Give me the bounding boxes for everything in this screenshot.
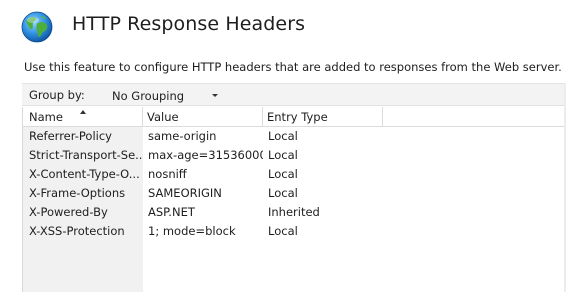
header-value-cell: same-origin: [143, 127, 263, 146]
table-row[interactable]: Strict-Transport-Se... max-age=31536000 …: [23, 146, 566, 165]
feature-description: Use this feature to configure HTTP heade…: [24, 60, 562, 74]
list-body: Referrer-Policy same-origin Local Strict…: [23, 127, 566, 292]
table-row[interactable]: X-Powered-By ASP.NET Inherited: [23, 203, 566, 222]
entry-type-cell: Local: [263, 222, 383, 241]
group-by-label: Group by:: [29, 88, 85, 102]
column-header-value[interactable]: Value: [143, 107, 263, 127]
entry-type-cell: Local: [263, 165, 383, 184]
feature-header: HTTP Response Headers: [0, 0, 566, 56]
table-row[interactable]: X-Frame-Options SAMEORIGIN Local: [23, 184, 566, 203]
column-header-entry-type[interactable]: Entry Type: [263, 107, 383, 127]
table-row[interactable]: Referrer-Policy same-origin Local: [23, 127, 566, 146]
header-name-cell: X-Content-Type-O...: [29, 167, 140, 181]
entry-type-cell: Local: [263, 184, 383, 203]
column-header-name[interactable]: Name: [23, 107, 143, 127]
header-name-cell: Strict-Transport-Se...: [29, 148, 143, 162]
chevron-down-icon[interactable]: [212, 94, 218, 97]
headers-list: Name Value Entry Type Referrer-Policy sa…: [22, 107, 566, 292]
header-name-cell: X-Powered-By: [29, 205, 108, 219]
header-value-cell: max-age=31536000: [143, 146, 263, 165]
page-title: HTTP Response Headers: [72, 13, 306, 35]
column-header-label: Entry Type: [267, 110, 328, 124]
globe-icon: [21, 11, 53, 43]
column-header-label: Name: [29, 110, 63, 124]
table-row[interactable]: X-XSS-Protection 1; mode=block Local: [23, 222, 566, 241]
group-by-value: No Grouping: [112, 89, 185, 103]
entry-type-cell: Local: [263, 127, 383, 146]
entry-type-cell: Local: [263, 146, 383, 165]
header-value-cell: ASP.NET: [143, 203, 263, 222]
header-name-cell: Referrer-Policy: [29, 129, 112, 143]
sort-ascending-icon: [80, 110, 86, 114]
header-value-cell: 1; mode=block: [143, 222, 263, 241]
group-by-toolbar: Group by: No Grouping: [22, 83, 566, 106]
header-name-cell: X-Frame-Options: [29, 186, 126, 200]
header-value-cell: nosniff: [143, 165, 263, 184]
table-row[interactable]: X-Content-Type-O... nosniff Local: [23, 165, 566, 184]
header-name-cell: X-XSS-Protection: [29, 224, 125, 238]
header-value-cell: SAMEORIGIN: [143, 184, 263, 203]
group-by-dropdown[interactable]: No Grouping: [108, 85, 226, 105]
column-header-label: Value: [147, 110, 179, 124]
entry-type-cell: Inherited: [263, 203, 383, 222]
list-header: Name Value Entry Type: [23, 107, 566, 127]
http-response-headers-pane: HTTP Response Headers Use this feature t…: [0, 0, 566, 292]
